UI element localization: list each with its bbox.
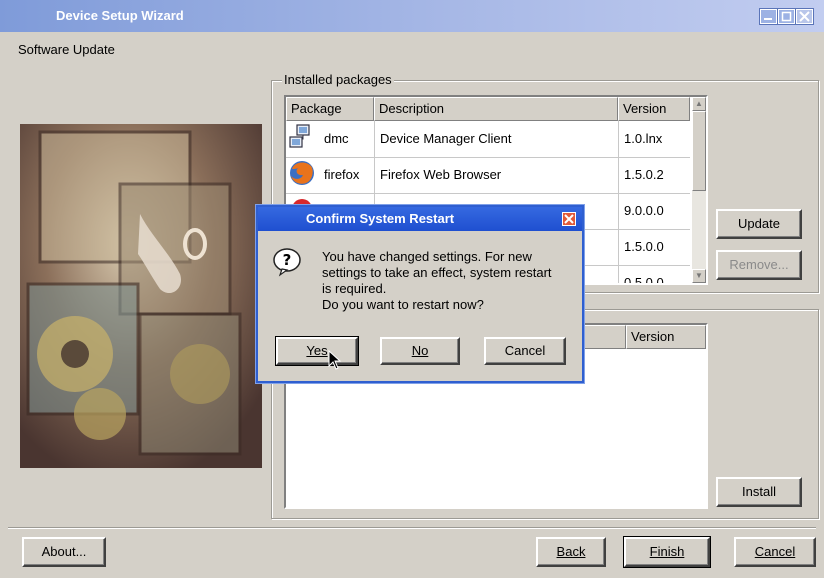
back-button-label: Back bbox=[556, 544, 586, 559]
mouse-cursor-icon bbox=[328, 350, 342, 370]
no-button-label: No bbox=[411, 343, 429, 358]
dialog-cancel-button[interactable]: Cancel bbox=[484, 337, 566, 365]
installed-packages-legend: Installed packages bbox=[282, 72, 394, 87]
device-manager-icon bbox=[289, 124, 310, 148]
finish-button-label: Finish bbox=[649, 544, 685, 559]
yes-button[interactable]: Yes bbox=[275, 336, 359, 366]
yes-button-label: Yes bbox=[306, 343, 328, 358]
no-button[interactable]: No bbox=[380, 337, 460, 365]
column-header-package[interactable]: Package bbox=[286, 97, 374, 121]
dialog-titlebar: Confirm System Restart bbox=[258, 207, 582, 231]
package-version: 1.0.lnx bbox=[624, 131, 663, 146]
page-subtitle: Software Update bbox=[18, 42, 115, 57]
update-button[interactable]: Update bbox=[716, 209, 802, 239]
package-version: 1.5.0.2 bbox=[624, 167, 664, 182]
window-titlebar: Device Setup Wizard bbox=[0, 0, 824, 32]
close-icon[interactable] bbox=[795, 8, 814, 25]
column-header-version[interactable]: Version bbox=[626, 325, 706, 349]
cancel-button-label: Cancel bbox=[754, 544, 796, 559]
package-name: firefox bbox=[324, 167, 360, 182]
column-header-version[interactable]: Version bbox=[618, 97, 690, 121]
minimize-icon[interactable] bbox=[759, 8, 778, 25]
package-version: 9.0.0.0 bbox=[624, 203, 664, 218]
close-icon[interactable] bbox=[562, 212, 576, 226]
finish-button[interactable]: Finish bbox=[623, 536, 711, 568]
question-icon: ? bbox=[273, 248, 301, 277]
scroll-thumb[interactable] bbox=[692, 111, 706, 191]
back-button[interactable]: Back bbox=[536, 537, 606, 567]
package-version: 0.5.0.0 bbox=[624, 275, 664, 285]
cancel-button[interactable]: Cancel bbox=[734, 537, 816, 567]
remove-button[interactable]: Remove... bbox=[716, 250, 802, 280]
scroll-up-icon[interactable]: ▲ bbox=[692, 97, 706, 111]
package-description: Firefox Web Browser bbox=[380, 167, 502, 182]
firefox-icon bbox=[290, 161, 314, 185]
svg-text:?: ? bbox=[283, 251, 292, 269]
package-version: 1.5.0.0 bbox=[624, 239, 664, 254]
dialog-message-line: You have changed settings. For new bbox=[322, 249, 532, 264]
maximize-icon[interactable] bbox=[777, 8, 796, 25]
wizard-illustration bbox=[20, 124, 262, 468]
confirm-restart-dialog: Confirm System Restart ? You have change… bbox=[256, 205, 584, 383]
scroll-down-icon[interactable]: ▼ bbox=[692, 269, 706, 283]
window-title: Device Setup Wizard bbox=[56, 8, 184, 23]
package-name: dmc bbox=[324, 131, 349, 146]
footer-separator bbox=[8, 527, 816, 529]
dialog-message-line: Do you want to restart now? bbox=[322, 297, 484, 312]
dialog-title: Confirm System Restart bbox=[306, 211, 455, 226]
about-button[interactable]: About... bbox=[22, 537, 106, 567]
column-header-description[interactable]: Description bbox=[374, 97, 618, 121]
dialog-message: You have changed settings. For new setti… bbox=[322, 249, 572, 313]
install-button[interactable]: Install bbox=[716, 477, 802, 507]
dialog-message-line: settings to take an effect, system resta… bbox=[322, 265, 552, 280]
installed-table-scrollbar[interactable]: ▲ ▼ bbox=[692, 97, 706, 283]
dialog-message-line: is required. bbox=[322, 281, 387, 296]
package-description: Device Manager Client bbox=[380, 131, 512, 146]
